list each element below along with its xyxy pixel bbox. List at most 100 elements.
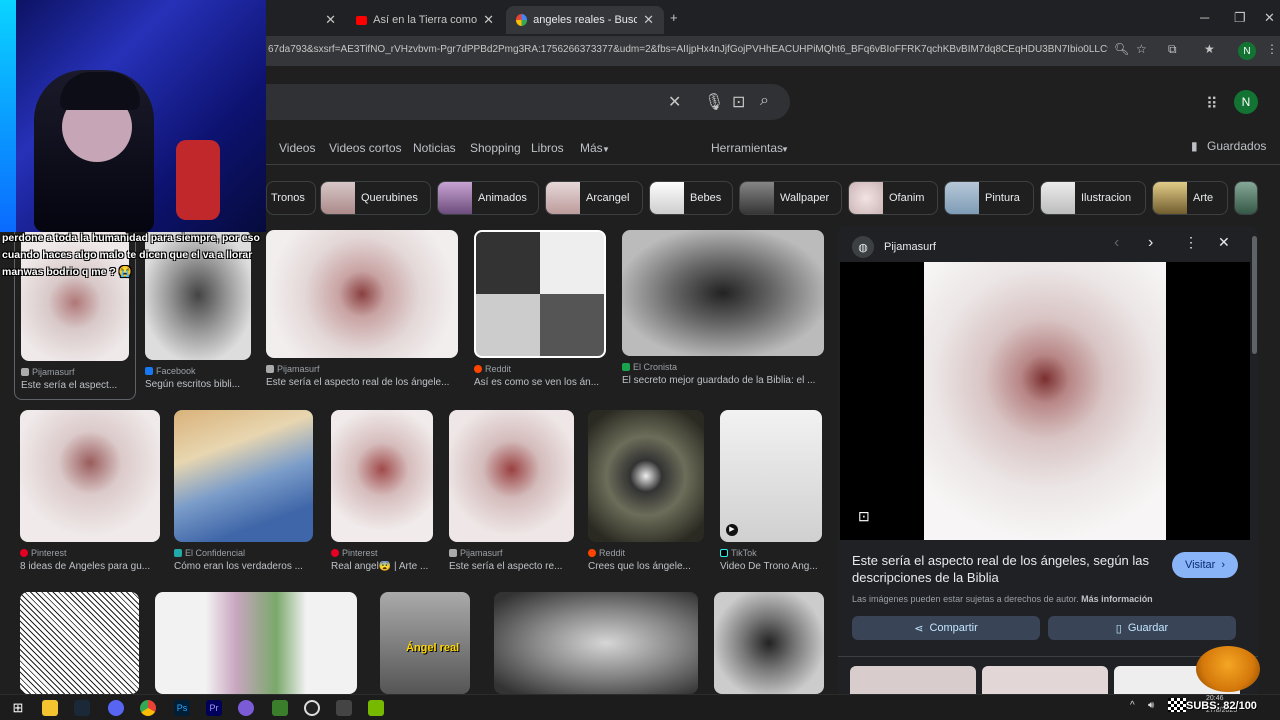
result-image[interactable]: [155, 592, 357, 694]
new-tab-button[interactable]: +: [670, 10, 678, 25]
close-window-icon[interactable]: ✕: [1264, 10, 1275, 26]
browser-profile-avatar[interactable]: N: [1238, 42, 1256, 60]
chip-querubines[interactable]: Querubines: [320, 181, 431, 215]
result-card[interactable]: [494, 592, 698, 694]
search-icon[interactable]: ⌕: [760, 92, 769, 110]
result-image[interactable]: [588, 410, 704, 542]
tab-shopping[interactable]: Shopping: [470, 141, 521, 155]
obs-icon[interactable]: [304, 700, 320, 716]
result-image[interactable]: [331, 410, 433, 542]
chip-animados[interactable]: Animados: [437, 181, 539, 215]
result-image[interactable]: [494, 592, 698, 694]
bookmark-star-icon[interactable]: ☆: [1136, 42, 1147, 56]
result-title[interactable]: 8 ideas de Ángeles para gu...: [20, 561, 160, 572]
result-card[interactable]: Pinterest 8 ideas de Ángeles para gu...: [20, 410, 160, 572]
chip-wallpaper[interactable]: Wallpaper: [739, 181, 842, 215]
result-card[interactable]: Ángel real: [380, 592, 470, 694]
chip-arte[interactable]: Arte: [1152, 181, 1228, 215]
file-explorer-icon[interactable]: [42, 700, 58, 716]
result-card[interactable]: El Cronista El secreto mejor guardado de…: [622, 230, 824, 386]
url-text[interactable]: 67da793&sxsrf=AE3TifNO_rVHzvbvm-Pgr7dPPB…: [268, 44, 1108, 55]
microphone-icon[interactable]: 🎙︎: [704, 92, 724, 112]
chip-next[interactable]: [1234, 181, 1258, 215]
result-card[interactable]: Reddit Así es como se ven los án...: [474, 230, 606, 388]
result-title[interactable]: Crees que los ángele...: [588, 561, 704, 572]
visit-button[interactable]: Visitar ›: [1172, 552, 1238, 578]
previous-icon[interactable]: ‹: [1114, 234, 1119, 252]
tab-previous[interactable]: ✕: [266, 6, 346, 34]
apps-grid-icon[interactable]: ⠿: [1206, 94, 1218, 114]
nvidia-icon[interactable]: [368, 700, 384, 716]
result-title[interactable]: Video De Trono Ang...: [720, 561, 822, 572]
maximize-icon[interactable]: ❐: [1234, 10, 1246, 26]
lens-search-icon[interactable]: ⊡: [858, 508, 870, 525]
minimize-icon[interactable]: ─: [1200, 10, 1209, 25]
chip-ilustracion[interactable]: Ilustracion: [1040, 181, 1146, 215]
result-image[interactable]: [20, 592, 139, 694]
result-title[interactable]: Cómo eran los verdaderos ...: [174, 561, 313, 572]
result-image[interactable]: [474, 230, 606, 358]
next-icon[interactable]: ›: [1148, 234, 1153, 252]
steam-icon[interactable]: [74, 700, 90, 716]
zoom-icon[interactable]: 🔍︎: [1114, 42, 1129, 56]
result-image[interactable]: [449, 410, 574, 542]
related-image[interactable]: [982, 666, 1108, 696]
close-tab-icon[interactable]: ✕: [483, 12, 494, 28]
saved-link[interactable]: Guardados: [1207, 139, 1266, 153]
result-card[interactable]: El Confidencial Cómo eran los verdaderos…: [174, 410, 313, 572]
result-card[interactable]: Pijamasurf Este sería el aspecto real de…: [266, 230, 458, 388]
chip-bebes[interactable]: Bebes: [649, 181, 733, 215]
menu-kebab-icon[interactable]: ⋮: [1266, 42, 1278, 56]
result-image[interactable]: Ángel real: [380, 592, 470, 694]
result-card[interactable]: [155, 592, 357, 694]
result-title[interactable]: Según escritos bibli...: [145, 379, 251, 390]
chip-arcangel[interactable]: Arcangel: [545, 181, 643, 215]
app-icon[interactable]: [336, 700, 352, 716]
result-title[interactable]: Este sería el aspecto real de los ángele…: [266, 377, 458, 388]
lens-icon[interactable]: ⊡: [732, 92, 745, 112]
result-card[interactable]: ▶ TikTok Video De Trono Ang...: [720, 410, 822, 572]
google-profile-avatar[interactable]: N: [1234, 90, 1258, 114]
result-image[interactable]: [20, 410, 160, 542]
extensions-icon[interactable]: ⧉: [1168, 42, 1177, 57]
result-image[interactable]: [266, 230, 458, 358]
chrome-icon[interactable]: [140, 700, 156, 716]
preview-image[interactable]: [924, 262, 1166, 540]
result-title[interactable]: El secreto mejor guardado de la Biblia: …: [622, 375, 824, 386]
tray-up-icon[interactable]: ^: [1130, 700, 1135, 711]
share-button[interactable]: ⋖ Compartir: [852, 616, 1040, 640]
result-image[interactable]: ▶: [720, 410, 822, 542]
result-image[interactable]: [622, 230, 824, 356]
result-card[interactable]: [714, 592, 824, 694]
close-panel-icon[interactable]: ✕: [1218, 234, 1230, 251]
result-title[interactable]: Así es como se ven los án...: [474, 377, 606, 388]
app-icon[interactable]: [238, 700, 254, 716]
related-image[interactable]: [850, 666, 976, 696]
discord-icon[interactable]: [108, 700, 124, 716]
minecraft-icon[interactable]: [272, 700, 288, 716]
result-image[interactable]: [714, 592, 824, 694]
result-card[interactable]: Reddit Crees que los ángele...: [588, 410, 704, 572]
tab-books[interactable]: Libros: [531, 141, 564, 155]
search-input[interactable]: ✕ 🎙︎ ⊡ ⌕: [210, 84, 790, 120]
panel-source[interactable]: Pijamasurf: [884, 241, 936, 253]
chip-tronos[interactable]: Tronos: [266, 181, 316, 215]
result-card[interactable]: Pijamasurf Este sería el aspecto re...: [449, 410, 574, 572]
tab-more[interactable]: Más: [580, 141, 603, 155]
premiere-icon[interactable]: Pr: [206, 700, 222, 716]
more-options-icon[interactable]: ⋮: [1184, 234, 1198, 251]
result-image[interactable]: [174, 410, 313, 542]
tab-short-videos[interactable]: Videos cortos: [329, 141, 402, 155]
tab-videos[interactable]: Videos: [279, 141, 315, 155]
panel-title[interactable]: Este sería el aspecto real de los ángele…: [852, 552, 1162, 586]
chip-pintura[interactable]: Pintura: [944, 181, 1034, 215]
photoshop-icon[interactable]: Ps: [174, 700, 190, 716]
tab-youtube[interactable]: Así en la Tierra como en el Infie ✕: [346, 6, 504, 34]
save-button[interactable]: ▯ Guardar: [1048, 616, 1236, 640]
clear-search-icon[interactable]: ✕: [668, 92, 681, 112]
result-title[interactable]: Real angel😨 | Arte ...: [331, 561, 433, 572]
close-tab-icon[interactable]: ✕: [643, 12, 654, 28]
tools-button[interactable]: Herramientas: [711, 141, 783, 155]
close-tab-icon[interactable]: ✕: [325, 12, 336, 28]
more-info-link[interactable]: Más información: [1081, 594, 1153, 604]
